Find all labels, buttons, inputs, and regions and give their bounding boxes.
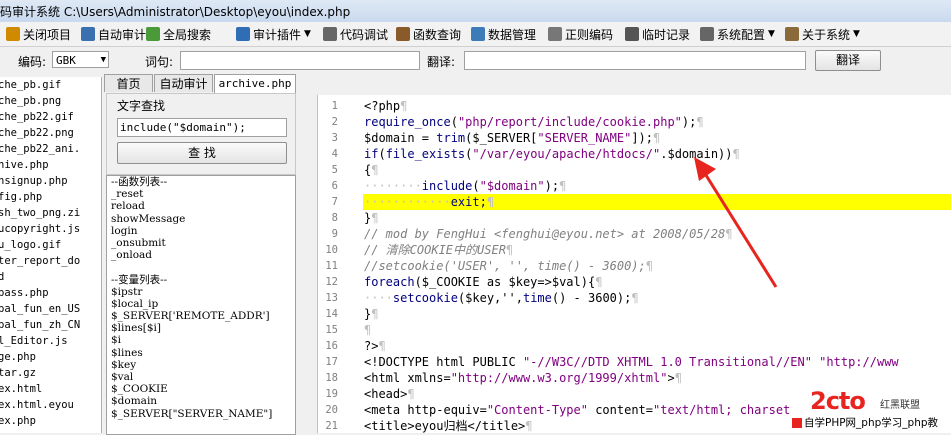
arrow-head [694,157,716,181]
watermark: 2cto 红黑联盟 自学PHP网_php学习_php教 [790,386,951,433]
arrow-shaft [702,171,778,288]
watermark-icon [792,418,802,428]
watermark-bottom-text: 自学PHP网_php学习_php教 [790,413,951,433]
watermark-logo: 2cto [810,387,866,415]
watermark-caption: 自学PHP网_php学习_php教 [804,417,939,429]
watermark-top-text: 红黑联盟 [880,400,920,411]
annotation-arrow [694,157,778,288]
